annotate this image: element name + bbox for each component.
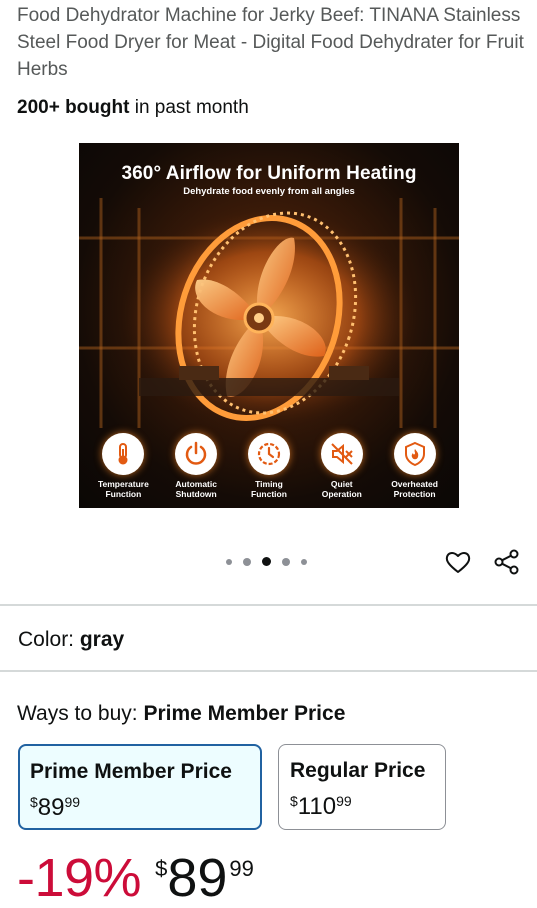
discount-percent: -19%	[17, 848, 142, 908]
feature-list: Temperature Function Automatic Shutdown …	[79, 433, 459, 503]
currency-symbol: $	[30, 794, 38, 810]
bought-count: 200+ bought in past month	[17, 95, 249, 121]
option-price: $11099	[290, 787, 435, 821]
price-whole: 89	[167, 848, 228, 908]
feature-label: Timing Function	[251, 479, 287, 499]
color-label: Color:	[18, 628, 80, 651]
feature-label: Automatic Shutdown	[175, 479, 217, 499]
bought-count-rest: in past month	[129, 97, 249, 118]
price-fraction: 99	[229, 856, 254, 881]
color-selector[interactable]: Color: gray	[18, 626, 124, 654]
pager-dot-active[interactable]	[262, 557, 271, 566]
timer-icon	[247, 433, 290, 475]
regular-price-option[interactable]: Regular Price $11099	[278, 744, 446, 830]
price-whole: 110	[297, 793, 337, 820]
current-price: $ 89 99	[155, 848, 254, 908]
price-block: -19% $ 89 99	[17, 848, 254, 908]
share-icon[interactable]	[493, 548, 521, 576]
feature-quiet: Quiet Operation	[309, 433, 375, 503]
ways-value: Prime Member Price	[143, 702, 346, 725]
currency-symbol: $	[155, 856, 168, 881]
flame-shield-icon	[393, 433, 436, 475]
fan-illustration	[79, 198, 459, 428]
color-value: gray	[79, 628, 125, 651]
ways-to-buy: Ways to buy: Prime Member Price	[17, 700, 345, 728]
product-image[interactable]: 360° Airflow for Uniform Heating Dehydra…	[79, 143, 459, 508]
image-carousel-pager[interactable]	[226, 557, 307, 566]
hero-subheadline: Dehydrate food evenly from all angles	[183, 186, 355, 197]
feature-label: Quiet Operation	[321, 479, 362, 499]
feature-label: Temperature Function	[97, 479, 149, 499]
power-icon	[175, 433, 218, 475]
heart-icon[interactable]	[444, 548, 472, 576]
pager-dot[interactable]	[282, 557, 290, 566]
option-label: Prime Member Price	[30, 760, 232, 783]
divider	[0, 670, 537, 672]
price-fraction: 99	[64, 794, 81, 810]
divider	[0, 604, 537, 606]
bought-count-bold: 200+ bought	[17, 97, 130, 118]
price-whole: 89	[37, 794, 65, 821]
pager-dot[interactable]	[226, 558, 232, 565]
feature-shutdown: Automatic Shutdown	[163, 433, 229, 503]
ways-label: Ways to buy:	[17, 702, 144, 725]
pager-dot[interactable]	[243, 557, 251, 566]
feature-timing: Timing Function	[236, 433, 302, 503]
currency-symbol: $	[290, 793, 298, 809]
pager-dot[interactable]	[301, 558, 307, 565]
thermometer-icon	[102, 433, 145, 475]
hero-headline: 360° Airflow for Uniform Heating	[121, 163, 417, 184]
feature-label: Overheated Protection	[391, 479, 438, 499]
mute-icon	[320, 433, 363, 475]
product-title: Food Dehydrator Machine for Jerky Beef: …	[17, 5, 524, 80]
option-label: Regular Price	[290, 759, 426, 782]
price-fraction: 99	[336, 793, 352, 809]
option-price: $8999	[30, 788, 250, 822]
feature-overheat: Overheated Protection	[382, 433, 448, 503]
feature-temperature: Temperature Function	[90, 433, 156, 503]
prime-member-price-option[interactable]: Prime Member Price $8999	[18, 744, 262, 830]
